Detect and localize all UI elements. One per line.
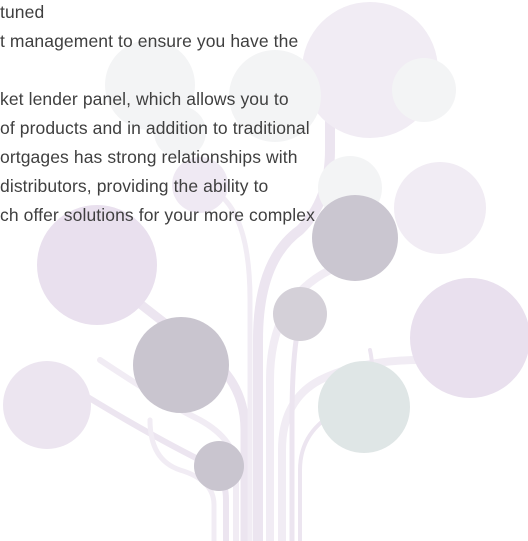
tree-circle (394, 162, 486, 254)
tree-decoration (3, 2, 528, 541)
tree-circle (133, 317, 229, 413)
body-text-line: ortgages has strong relationships with (0, 147, 298, 167)
tree-circle (312, 195, 398, 281)
body-text-line: distributors, providing the ability to (0, 176, 269, 196)
tree-circle (392, 58, 456, 122)
body-text-line: t management to ensure you have the (0, 31, 299, 51)
tree-circle (194, 441, 244, 491)
body-text-line: tuned (0, 2, 45, 22)
body-text-line: ket lender panel, which allows you to (0, 89, 289, 109)
tree-circle (3, 361, 91, 449)
tree-circle (318, 361, 410, 453)
tree-circle (273, 287, 327, 341)
body-text-line: ch offer solutions for your more complex (0, 205, 315, 225)
body-text-line: of products and in addition to tradition… (0, 118, 310, 138)
tree-circle (410, 278, 528, 398)
